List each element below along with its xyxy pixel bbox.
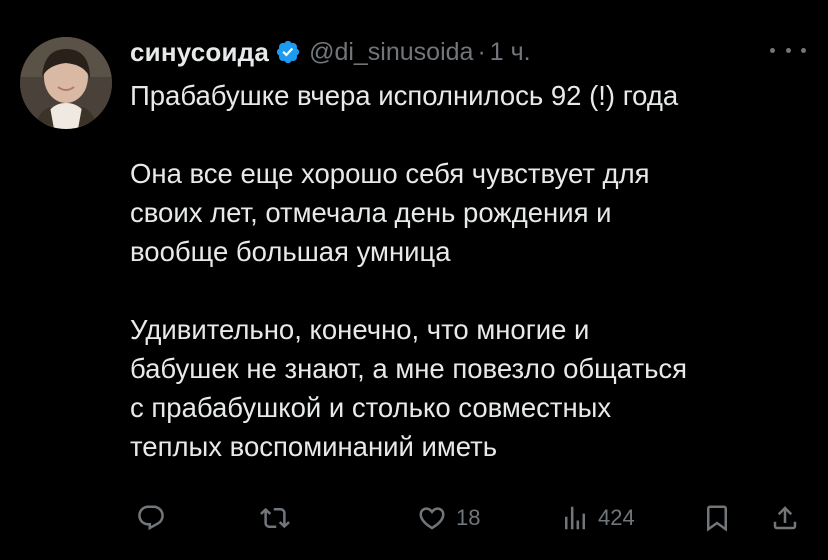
retweet-button[interactable]	[258, 498, 292, 538]
tweet-line: Она все еще хорошо себя чувствует для	[130, 158, 650, 189]
reply-button[interactable]	[136, 498, 166, 538]
tweet-line: Удивительно, конечно, что многие и	[130, 314, 590, 345]
views-button[interactable]: 424	[560, 498, 635, 538]
reply-icon	[138, 505, 164, 531]
tweet-header: синусоида @di_sinusoida · 1 ч.	[130, 34, 531, 70]
avatar[interactable]	[20, 37, 112, 129]
like-button[interactable]: 18	[416, 498, 480, 538]
bookmark-icon	[707, 505, 727, 532]
tweet-line: теплых воспоминаний иметь	[130, 431, 498, 462]
tweet-paragraph: Она все еще хорошо себя чувствует для сво…	[130, 154, 800, 271]
separator-dot: ·	[477, 37, 486, 66]
retweet-icon	[260, 507, 290, 529]
user-handle[interactable]: @di_sinusoida	[309, 38, 473, 67]
views-count: 424	[598, 505, 635, 530]
views-icon	[565, 506, 585, 530]
verified-badge-icon	[275, 39, 301, 65]
tweet-line: Прабабушке вчера исполнилось 92 (!) года	[130, 80, 679, 111]
tweet-paragraph: Прабабушке вчера исполнилось 92 (!) года	[130, 76, 800, 115]
action-bar: 18 424	[130, 498, 806, 538]
share-icon	[773, 506, 797, 530]
tweet[interactable]: синусоида @di_sinusoida · 1 ч. Прабабушк…	[0, 0, 828, 560]
tweet-line: бабушек не знают, а мне повезло общаться	[130, 353, 688, 384]
tweet-line: с прабабушкой и столько совместных	[130, 392, 612, 423]
timestamp[interactable]: 1 ч.	[490, 38, 531, 67]
tweet-paragraph: Удивительно, конечно, что многие и бабуше…	[130, 310, 800, 466]
tweet-line: вообще большая умница	[130, 236, 451, 267]
share-button[interactable]	[770, 498, 800, 538]
bookmark-button[interactable]	[702, 498, 732, 538]
tweet-text: Прабабушке вчера исполнилось 92 (!) года…	[130, 76, 800, 466]
more-options-icon[interactable]	[770, 38, 806, 62]
tweet-line: своих лет, отмечала день рождения и	[130, 197, 612, 228]
avatar-image	[20, 37, 112, 129]
like-count: 18	[456, 505, 481, 530]
like-icon	[419, 507, 445, 530]
display-name[interactable]: синусоида	[130, 37, 269, 68]
